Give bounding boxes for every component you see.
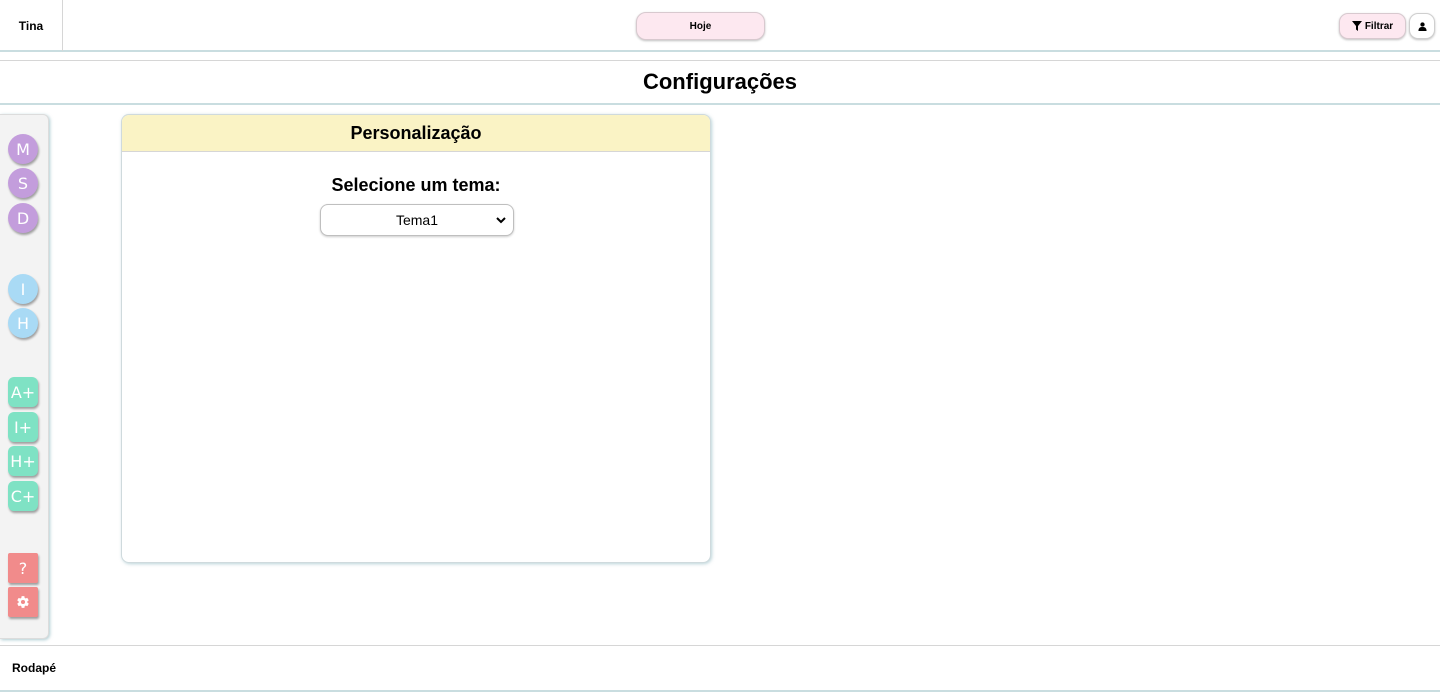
sidebar-button-h[interactable]: H	[8, 308, 38, 338]
sidebar-button-d[interactable]: D	[8, 203, 38, 233]
sidebar-button-i[interactable]: I	[8, 274, 38, 304]
sidebar: M S D I H A+ I+ H+ C+ ?	[0, 114, 49, 639]
sidebar-button-add-c[interactable]: C+	[8, 481, 38, 511]
today-button[interactable]: Hoje	[636, 12, 765, 40]
sidebar-button-add-i[interactable]: I+	[8, 412, 38, 442]
title-bar: Configurações	[0, 60, 1440, 105]
sidebar-button-s[interactable]: S	[8, 168, 38, 198]
personalization-card: Personalização Selecione um tema: Tema1	[121, 114, 711, 563]
card-header: Personalização	[122, 115, 710, 152]
sidebar-button-add-a[interactable]: A+	[8, 377, 38, 407]
filter-icon	[1351, 21, 1362, 31]
filter-button-label: Filtrar	[1364, 20, 1394, 32]
theme-label: Selecione um tema:	[331, 175, 501, 195]
page-title: Configurações	[642, 69, 798, 94]
top-bar: Tina Hoje Filtrar	[0, 0, 1440, 52]
help-button[interactable]: ?	[8, 553, 38, 583]
brand-name: Tina	[0, 0, 63, 51]
filter-button[interactable]: Filtrar	[1339, 13, 1406, 39]
footer-text: Rodapé	[12, 661, 57, 675]
sidebar-button-m[interactable]: M	[8, 134, 38, 164]
chevron-down-icon	[496, 217, 506, 224]
theme-select[interactable]: Tema1	[320, 204, 514, 236]
footer: Rodapé	[0, 645, 1440, 692]
theme-select-value: Tema1	[395, 212, 439, 228]
settings-button[interactable]	[8, 587, 38, 617]
gear-icon	[17, 596, 29, 608]
sidebar-button-add-h[interactable]: H+	[8, 446, 38, 476]
user-button[interactable]	[1409, 13, 1435, 39]
card-title: Personalização	[350, 122, 482, 143]
user-icon	[1417, 21, 1427, 31]
